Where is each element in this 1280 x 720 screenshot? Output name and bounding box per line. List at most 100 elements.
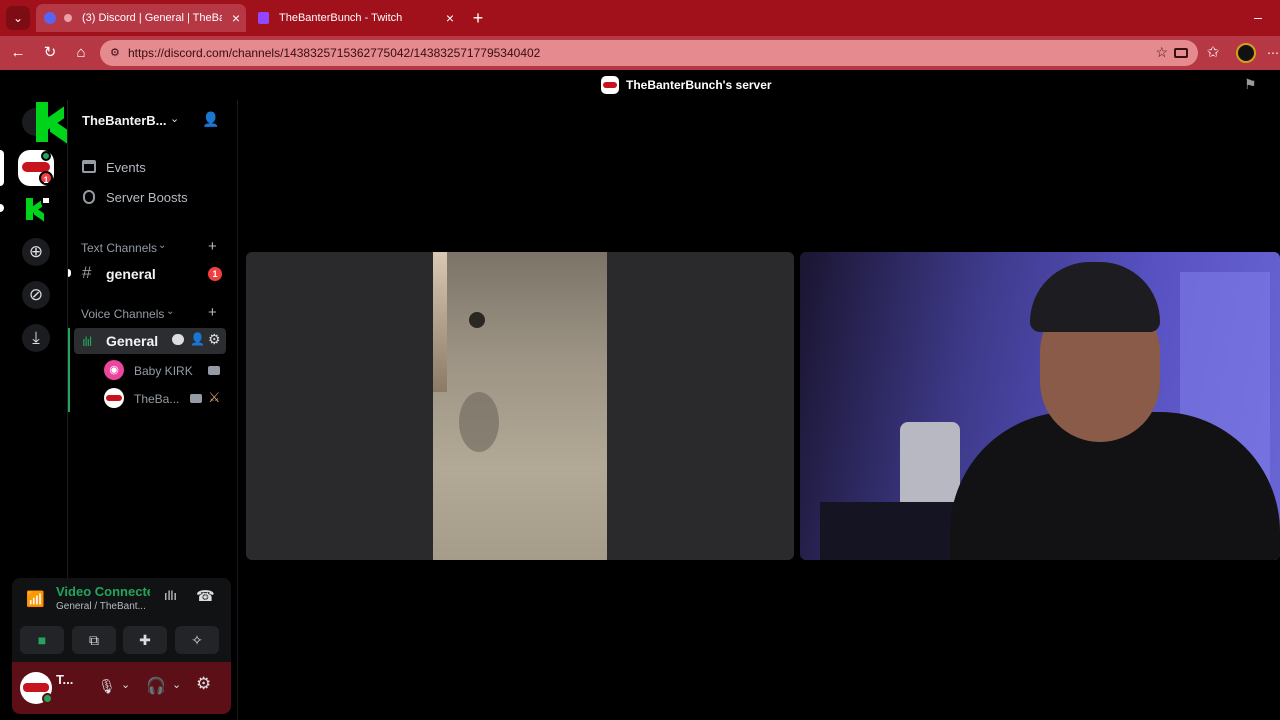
hashtag-icon: # [82,263,92,282]
close-tab-icon[interactable]: × [446,10,454,26]
camera-feed [433,252,607,560]
server-header[interactable]: TheBanterB... ⌄ 👤 [68,100,238,140]
screen-share-button[interactable]: ⧉ [72,626,116,654]
server-boosts-label: Server Boosts [106,190,188,205]
camera-icon [190,394,202,403]
boost-icon [83,190,95,204]
download-icon[interactable]: ⤓ [22,324,50,352]
events-item[interactable]: Events [80,158,230,180]
activities-button[interactable]: ✚ [123,626,167,654]
calendar-icon [82,160,96,173]
voice-subtitle[interactable]: General / TheBant... [56,601,146,612]
channel-general-text[interactable]: # general 1 [80,262,230,286]
server-mention-badge: 1 [39,171,53,185]
browser-address-row: ← ↻ ⌂ ⚙ https://discord.com/channels/143… [0,36,1280,70]
tab-title: TheBanterBunch - Twitch [279,12,403,24]
inbox-icon[interactable]: ⚑ [1244,76,1257,93]
video-tile-baby-kirk[interactable] [246,252,794,560]
favorites-icon[interactable]: ✩ [1204,44,1222,62]
voice-activity-icon: ılıl [82,334,92,349]
voice-connection-panel: 📶 Video Connecte General / TheBant... ıl… [12,578,231,662]
camera-toggle-button[interactable]: ■ [20,626,64,654]
discover-compass-icon[interactable]: ⊘ [22,281,50,309]
camera-icon [208,366,220,375]
member-name: TheBa... [134,392,180,406]
chat-bubble-icon[interactable] [172,334,184,345]
game-swords-icon: ⚔ [208,389,221,405]
channel-sidebar: TheBanterB... ⌄ 👤 Events Server Boosts T… [12,100,238,720]
tab-title: (3) Discord | General | TheBan [82,12,222,24]
video-stage [238,100,1280,720]
avatar [104,388,124,408]
tab-twitch[interactable]: TheBanterBunch - Twitch × [250,4,460,32]
user-panel: T... 🎙 ⌄ 🎧 ⌄ ⚙ [12,662,231,714]
window-title: TheBanterBunch's server [626,78,772,92]
voice-member[interactable]: TheBa... ⚔ [104,388,228,410]
signal-icon[interactable]: 📶 [26,590,45,608]
voice-connection-line [68,328,70,412]
server-status-dot [41,151,51,161]
camera-feed [800,252,1280,560]
new-tab-button[interactable]: + [468,6,488,30]
add-channel-icon[interactable]: + [208,238,217,255]
voice-member[interactable]: ◉ Baby KIRK [104,360,228,382]
tab-list-menu-icon[interactable]: ⌄ [6,6,30,30]
audio-tab-icon [64,14,72,22]
invite-icon[interactable]: 👤 [190,332,205,346]
events-label: Events [106,160,146,175]
discord-tab-icon [44,12,56,24]
window-badge-icon [41,196,51,205]
app-title-bar: TheBanterBunch's server ⚑ [0,70,1280,100]
avatar: ◉ [104,360,124,380]
add-channel-icon[interactable]: + [208,304,217,321]
soundboard-button[interactable]: ✧ [175,626,219,654]
more-menu-icon[interactable]: ⋯ [1264,44,1280,62]
channel-name: General [106,333,159,349]
reload-icon[interactable]: ↻ [41,44,59,62]
server-boosts-item[interactable]: Server Boosts [80,188,230,210]
text-channels-category[interactable]: Text Channels ⌄ + [80,238,230,256]
disconnect-icon[interactable]: ☎ [196,587,215,605]
selected-server-pill [0,150,4,186]
bookmark-star-icon[interactable]: ☆ [1155,44,1168,61]
address-bar[interactable]: ⚙ https://discord.com/channels/143832571… [100,40,1198,66]
online-status-dot [42,693,53,704]
category-label: Voice Channels [81,307,165,321]
url-text: https://discord.com/channels/14383257153… [128,46,541,60]
chevron-down-icon[interactable]: ⌄ [172,678,181,691]
tab-discord[interactable]: (3) Discord | General | TheBan × [36,4,246,32]
settings-gear-icon[interactable]: ⚙ [208,331,221,348]
profile-avatar[interactable] [1236,43,1256,63]
close-tab-icon[interactable]: × [232,10,240,26]
back-icon[interactable]: ← [9,44,27,62]
minimize-window-icon[interactable]: – [1250,6,1266,28]
voice-status[interactable]: Video Connecte [56,584,150,599]
mention-badge: 1 [208,267,222,281]
invite-user-icon[interactable]: 👤 [202,111,219,128]
chevron-down-icon[interactable]: ⌄ [121,678,130,691]
voice-channels-category[interactable]: Voice Channels ⌄ + [80,304,230,322]
noise-suppression-icon[interactable]: ıllı [164,588,177,603]
add-server-icon[interactable]: ⊕ [22,238,50,266]
unread-indicator [68,269,71,277]
channel-name: general [106,266,156,282]
server-name: TheBanterB... [82,113,167,128]
browser-tab-bar: ⌄ (3) Discord | General | TheBan × TheBa… [0,0,1280,36]
channel-general-voice[interactable]: ılıl General 👤 ⚙ [74,328,226,354]
chevron-down-icon: ⌄ [166,306,175,317]
server-icon [601,76,619,94]
chevron-down-icon: ⌄ [170,113,180,125]
twitch-tab-icon [258,12,269,24]
category-label: Text Channels [81,241,158,255]
video-icon[interactable] [1174,48,1188,58]
headphones-icon[interactable]: 🎧 [146,676,166,696]
member-name: Baby KIRK [134,364,193,378]
home-icon[interactable]: ⌂ [72,44,90,62]
video-tile-thebanterbunch[interactable] [800,252,1280,560]
chevron-down-icon: ⌄ [158,240,167,251]
site-info-icon[interactable]: ⚙ [110,46,122,60]
settings-gear-icon[interactable]: ⚙ [196,674,211,694]
unread-pill [0,204,4,212]
mic-icon[interactable]: 🎙 [98,678,116,695]
user-name[interactable]: T... [56,672,73,687]
